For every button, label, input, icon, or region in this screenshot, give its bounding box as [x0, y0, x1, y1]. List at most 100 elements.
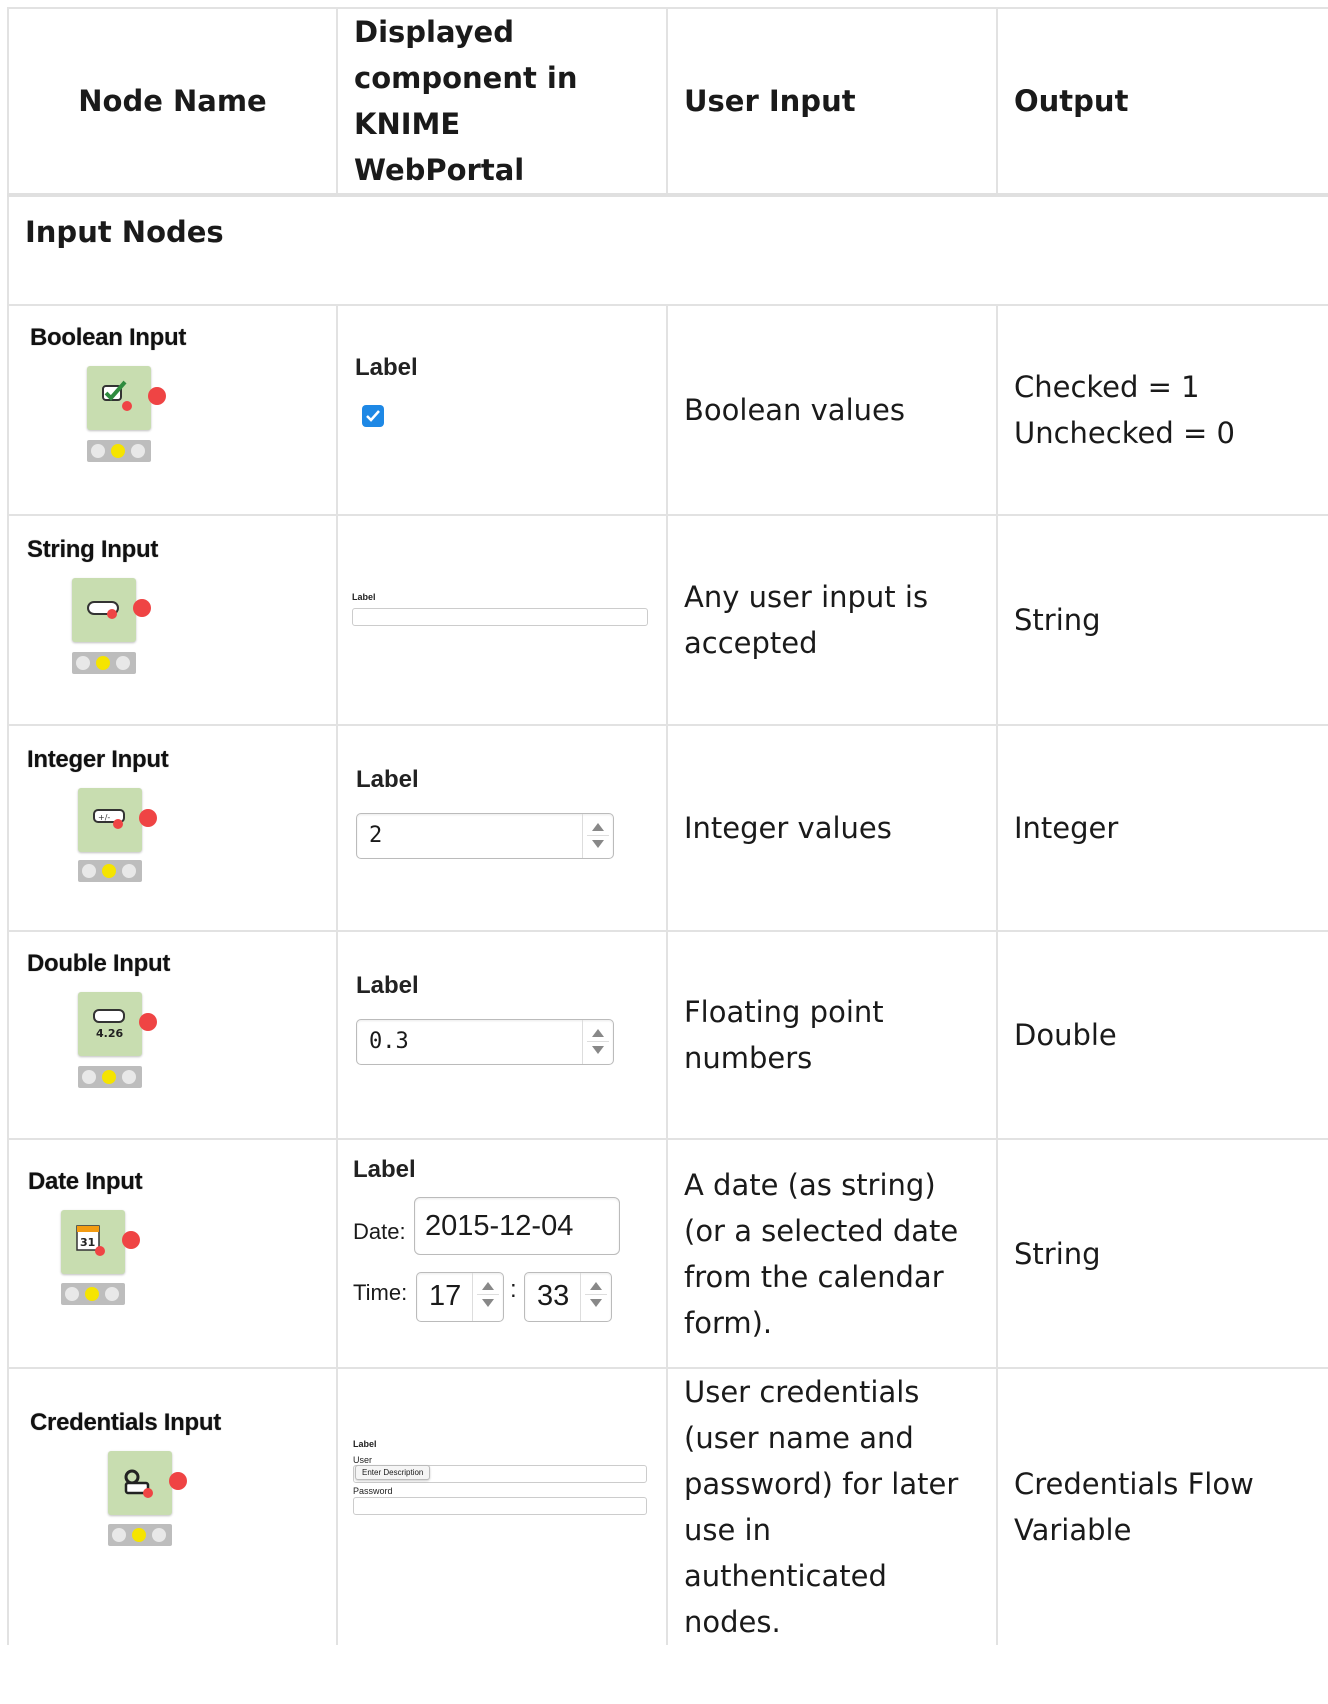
node-name: String Input: [27, 536, 159, 563]
checkbox-check-icon: [87, 366, 151, 430]
output-line: Unchecked = 0: [1014, 416, 1235, 450]
header-user-input: User Input: [666, 7, 997, 197]
webportal-cell: Label: [336, 304, 667, 515]
webportal-cell: Label Date: 2015-12-04 Time: 17 : 33: [336, 1138, 667, 1368]
table-row: Date Input 31 Label Date: 2015-12-04 Tim…: [7, 1138, 1328, 1368]
password-label: Password: [353, 1486, 393, 1496]
checkbox[interactable]: [362, 405, 384, 427]
output-port-icon: [139, 1013, 157, 1031]
user-input-text: Boolean values: [684, 393, 905, 427]
table-row: Credentials Input Label User Enter Descr…: [7, 1367, 1328, 1645]
header-row: Node Name Displayed component in KNIME W…: [7, 7, 1328, 197]
svg-text:+/-: +/-: [98, 813, 110, 822]
node-cell: Boolean Input: [7, 304, 337, 515]
output-text: Double: [1014, 1018, 1117, 1052]
check-icon: [366, 410, 380, 422]
node-cell: Date Input 31: [7, 1138, 337, 1368]
integer-spinner[interactable]: 2: [356, 813, 614, 859]
date-field[interactable]: 2015-12-04: [414, 1197, 620, 1255]
decrement-icon[interactable]: [482, 1299, 494, 1307]
text-field-icon: [72, 578, 136, 642]
widget-label: Label: [356, 972, 419, 999]
header-output: Output: [996, 7, 1328, 197]
node-name: Credentials Input: [30, 1409, 221, 1436]
icon-text: 4.26: [96, 1027, 123, 1040]
webportal-cell: Label User Enter Description Password: [336, 1367, 667, 1645]
output-cell: Double: [996, 930, 1328, 1139]
hour-value: 17: [429, 1280, 462, 1312]
widget-label: Label: [352, 592, 376, 602]
status-lights: [78, 860, 142, 882]
user-input-text: Integer values: [684, 811, 892, 845]
status-lights: [78, 1066, 142, 1088]
output-text: Integer: [1014, 811, 1119, 845]
user-input-text: Any user input is accepted: [684, 580, 929, 660]
node-cell: String Input: [7, 514, 337, 725]
widget-label: Label: [355, 354, 418, 381]
output-line: Checked = 1: [1014, 370, 1200, 404]
webportal-cell: Label 0.3: [336, 930, 667, 1139]
widget-label: Label: [356, 766, 419, 793]
section-row: Input Nodes: [7, 194, 1328, 305]
decrement-icon[interactable]: [590, 1299, 602, 1307]
output-port-icon: [139, 809, 157, 827]
date-value: 2015-12-04: [425, 1210, 574, 1242]
user-input-text: A date (as string) (or a selected date f…: [684, 1167, 959, 1340]
status-lights: [87, 440, 151, 462]
increment-icon[interactable]: [592, 823, 604, 831]
double-spinner[interactable]: 0.3: [356, 1019, 614, 1065]
status-lights: [72, 652, 136, 674]
output-text: String: [1014, 1236, 1101, 1271]
node-name: Boolean Input: [30, 324, 187, 351]
decrement-icon[interactable]: [592, 840, 604, 848]
status-lights: [61, 1283, 125, 1305]
user-label: User: [353, 1455, 373, 1465]
output-cell: String: [996, 1138, 1328, 1368]
integer-field-icon: +/-: [78, 788, 142, 852]
time-separator: :: [510, 1276, 517, 1303]
output-port-icon: [148, 387, 166, 405]
double-field-icon: 4.26: [78, 992, 142, 1056]
user-placeholder-tooltip: Enter Description: [355, 1465, 431, 1480]
output-cell: Credentials Flow Variable: [996, 1367, 1328, 1645]
increment-icon[interactable]: [592, 1029, 604, 1037]
hour-spinner[interactable]: 17: [416, 1272, 504, 1322]
table-row: Boolean Input Label Boolean values Check…: [7, 304, 1328, 515]
decrement-icon[interactable]: [592, 1046, 604, 1054]
user-input-cell: A date (as string) (or a selected date f…: [666, 1138, 997, 1368]
string-input-field[interactable]: [352, 608, 648, 626]
user-input-cell: User credentials (user name and password…: [666, 1367, 997, 1645]
spinner-value: 0.3: [369, 1029, 409, 1054]
widget-label: Label: [353, 1156, 416, 1183]
header-displayed-component: Displayed component in KNIME WebPortal: [336, 7, 667, 197]
output-text: String: [1014, 603, 1101, 637]
increment-icon[interactable]: [590, 1282, 602, 1290]
table-row: String Input Label Any user input is acc…: [7, 514, 1328, 725]
output-port-icon: [133, 599, 151, 617]
section-title: Input Nodes: [7, 194, 1328, 305]
status-lights: [108, 1524, 172, 1546]
table-row: Integer Input +/- Label 2 Integer values…: [7, 724, 1328, 931]
icon-text: 31: [80, 1236, 95, 1249]
user-input-cell: Any user input is accepted: [666, 514, 997, 725]
node-cell: Credentials Input: [7, 1367, 337, 1645]
node-name: Date Input: [28, 1168, 143, 1195]
spinner-value: 2: [369, 823, 383, 848]
output-cell: Checked = 1 Unchecked = 0: [996, 304, 1328, 515]
password-field[interactable]: [353, 1497, 647, 1515]
minute-spinner[interactable]: 33: [524, 1272, 612, 1322]
minute-value: 33: [537, 1280, 570, 1312]
node-name: Integer Input: [27, 746, 169, 773]
user-input-cell: Boolean values: [666, 304, 997, 515]
output-port-icon: [122, 1231, 140, 1249]
increment-icon[interactable]: [482, 1282, 494, 1290]
user-input-cell: Floating point numbers: [666, 930, 997, 1139]
header-node-name: Node Name: [7, 7, 337, 197]
node-cell: Double Input 4.26: [7, 930, 337, 1139]
node-name: Double Input: [27, 950, 171, 977]
output-text: Credentials Flow Variable: [1014, 1467, 1254, 1547]
output-port-icon: [169, 1472, 187, 1490]
input-nodes-table: Node Name Displayed component in KNIME W…: [7, 7, 1328, 1645]
time-label: Time:: [353, 1280, 408, 1305]
user-input-cell: Integer values: [666, 724, 997, 931]
